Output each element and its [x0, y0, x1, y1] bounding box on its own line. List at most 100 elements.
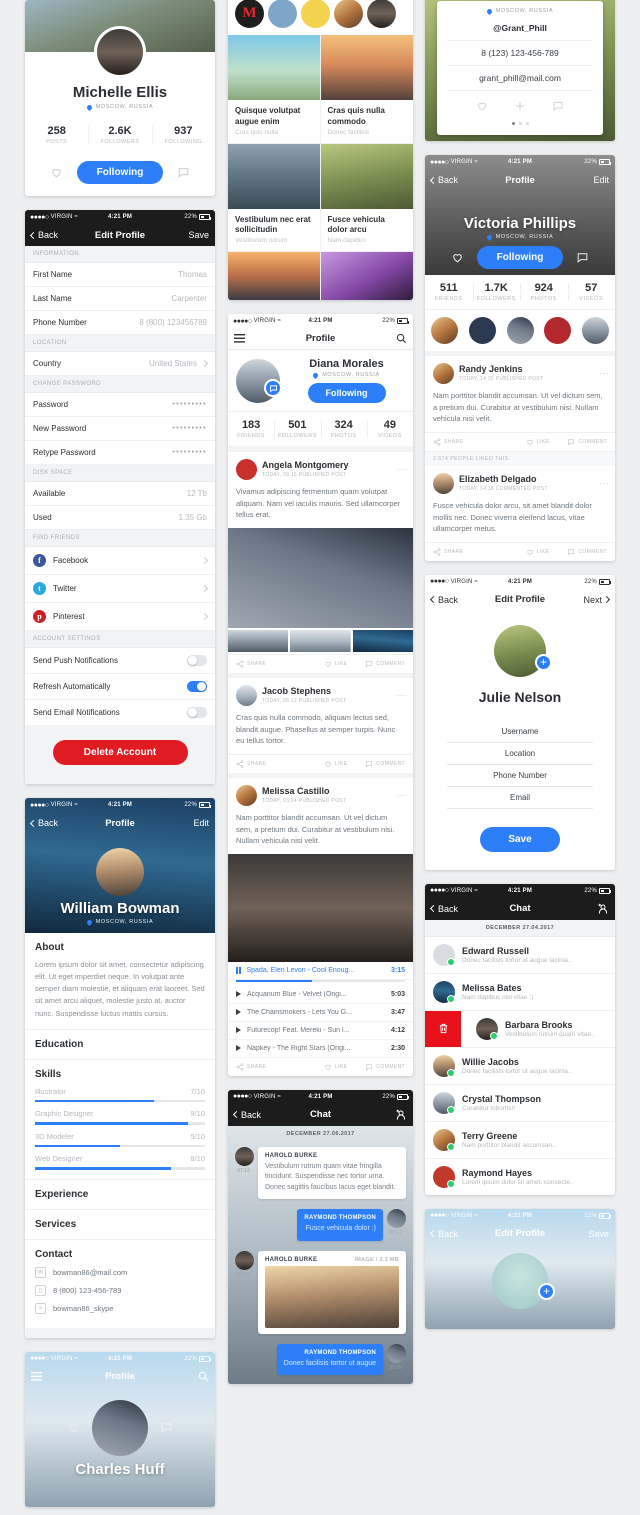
next-button[interactable]: Next [583, 595, 609, 605]
grid-item[interactable]: Vestibulum nec erat sollicitudin Vestibu… [228, 144, 321, 252]
story-avatar[interactable] [334, 0, 363, 28]
search-button[interactable] [198, 1371, 209, 1382]
list-item[interactable]: Crystal Thompson Curabitur lobortis!! [425, 1085, 615, 1122]
row-retype-password[interactable]: Retype Password ••••••••• [25, 441, 215, 465]
comment-button[interactable]: COMMENT [365, 1063, 405, 1071]
friend-avatar[interactable] [469, 317, 496, 344]
track-progress[interactable] [236, 980, 405, 982]
page-dot[interactable] [512, 122, 515, 125]
plus-icon[interactable] [514, 100, 526, 112]
save-button[interactable]: Save [588, 1229, 609, 1239]
save-button[interactable]: Save [188, 230, 209, 240]
add-contact-button[interactable] [395, 1109, 407, 1121]
grid-item[interactable]: Cras quis nulla commodo Donec facilisis [321, 35, 414, 143]
back-button[interactable]: Back [31, 230, 58, 240]
heart-icon[interactable] [50, 166, 63, 179]
row-first-name[interactable]: First Name Thomas [25, 263, 215, 287]
avatar[interactable] [433, 363, 454, 384]
comment-button[interactable]: COMMENT [365, 660, 405, 668]
comment-button[interactable]: COMMENT [567, 438, 607, 446]
friend-avatar[interactable] [582, 317, 609, 344]
story-avatar[interactable]: M [235, 0, 264, 28]
list-item[interactable]: Willie Jacobs Donec facilisis tortor ut … [425, 1048, 615, 1085]
post-image[interactable] [228, 528, 413, 628]
track-item[interactable]: Napkey - The Right Stars (Origi... 2:30 [228, 1040, 413, 1058]
row-facebook[interactable]: f Facebook [25, 547, 215, 575]
contact-phone[interactable]: ▯ 8 (800) 123-456-789 [35, 1285, 205, 1296]
comment-button[interactable]: COMMENT [567, 548, 607, 556]
post-image[interactable] [228, 854, 413, 962]
menu-button[interactable] [31, 1372, 42, 1381]
friend-avatar[interactable] [544, 317, 571, 344]
contact-skype[interactable]: s bowman86_skype [35, 1303, 205, 1314]
push-notifications-toggle[interactable] [187, 655, 207, 666]
story-avatar[interactable] [367, 0, 396, 28]
thumbnail[interactable] [290, 630, 350, 652]
story-avatar[interactable] [268, 0, 297, 28]
like-button[interactable]: LIKE [526, 548, 549, 556]
avatar[interactable] [236, 685, 257, 706]
delete-button[interactable] [425, 1011, 461, 1047]
track-item[interactable]: Futurecop! Feat. Mereki - Sun I... 4:12 [228, 1022, 413, 1040]
row-password[interactable]: Password ••••••••• [25, 393, 215, 417]
email-notifications-toggle[interactable] [187, 707, 207, 718]
avatar[interactable] [236, 785, 257, 806]
row-phone-number[interactable]: Phone Number 8 (800) 123456789 [25, 311, 215, 335]
delete-account-button[interactable]: Delete Account [53, 740, 188, 765]
location-field[interactable]: Location [447, 743, 593, 765]
edit-button[interactable]: Edit [193, 818, 209, 828]
search-button[interactable] [396, 333, 407, 344]
list-item-deleting[interactable]: Barbara Brooks Vestibulum rutrum quam vi… [425, 1011, 615, 1048]
comment-icon[interactable] [576, 251, 589, 264]
share-button[interactable]: SHARE [433, 438, 463, 446]
following-button[interactable]: Following [308, 383, 386, 403]
share-button[interactable]: SHARE [236, 1063, 266, 1071]
more-options-icon[interactable]: ⋮ [399, 791, 405, 800]
back-button[interactable]: Back [234, 1110, 261, 1120]
page-dot[interactable] [526, 122, 529, 125]
grid-item[interactable]: Quisque volutpat augue enim Cras quis nu… [228, 35, 321, 143]
like-button[interactable]: LIKE [324, 660, 347, 668]
friend-avatar[interactable] [431, 317, 458, 344]
more-options-icon[interactable]: ⋮ [399, 691, 405, 700]
menu-button[interactable] [234, 334, 245, 343]
section-education[interactable]: Education [25, 1030, 215, 1060]
page-dot[interactable] [519, 122, 522, 125]
row-new-password[interactable]: New Password ••••••••• [25, 417, 215, 441]
row-last-name[interactable]: Last Name Carpenter [25, 287, 215, 311]
back-button[interactable]: Back [431, 904, 458, 914]
row-country[interactable]: Country United States [25, 352, 215, 376]
back-button[interactable]: Back [31, 818, 58, 828]
back-button[interactable]: Back [431, 595, 458, 605]
avatar[interactable] [236, 459, 257, 480]
friend-avatar[interactable] [507, 317, 534, 344]
like-button[interactable]: LIKE [324, 1063, 347, 1071]
track-item[interactable]: The Chainsmokers - Lets You G... 3:47 [228, 1004, 413, 1022]
more-options-icon[interactable]: ⋮ [601, 369, 607, 378]
refresh-automatically-toggle[interactable] [187, 681, 207, 692]
thumbnail[interactable] [228, 630, 288, 652]
heart-icon[interactable] [451, 251, 464, 264]
list-item[interactable]: Terry Greene Nam porttitor blandit accum… [425, 1122, 615, 1159]
add-contact-button[interactable] [597, 903, 609, 915]
row-twitter[interactable]: t Twitter [25, 575, 215, 603]
section-experience[interactable]: Experience [25, 1180, 215, 1210]
share-button[interactable]: SHARE [236, 760, 266, 768]
following-button[interactable]: Following [477, 246, 564, 269]
username-field[interactable]: Username [447, 721, 593, 743]
add-photo-button[interactable]: + [538, 1283, 555, 1300]
avatar[interactable] [433, 473, 454, 494]
comment-icon[interactable] [160, 1421, 173, 1434]
thumbnail[interactable] [353, 630, 413, 652]
message-image[interactable] [265, 1266, 399, 1328]
list-item[interactable]: Edward Russell Donec facilisis tortor ut… [425, 937, 615, 974]
phone-number-field[interactable]: Phone Number [447, 765, 593, 787]
section-services[interactable]: Services [25, 1210, 215, 1240]
following-button[interactable]: Following [77, 161, 164, 184]
row-pinterest[interactable]: p Pinterest [25, 603, 215, 631]
more-options-icon[interactable]: ⋮ [601, 479, 607, 488]
message-button[interactable] [264, 379, 282, 397]
more-options-icon[interactable]: ⋮ [399, 465, 405, 474]
comment-icon[interactable] [552, 100, 564, 112]
grid-item[interactable] [321, 252, 414, 300]
